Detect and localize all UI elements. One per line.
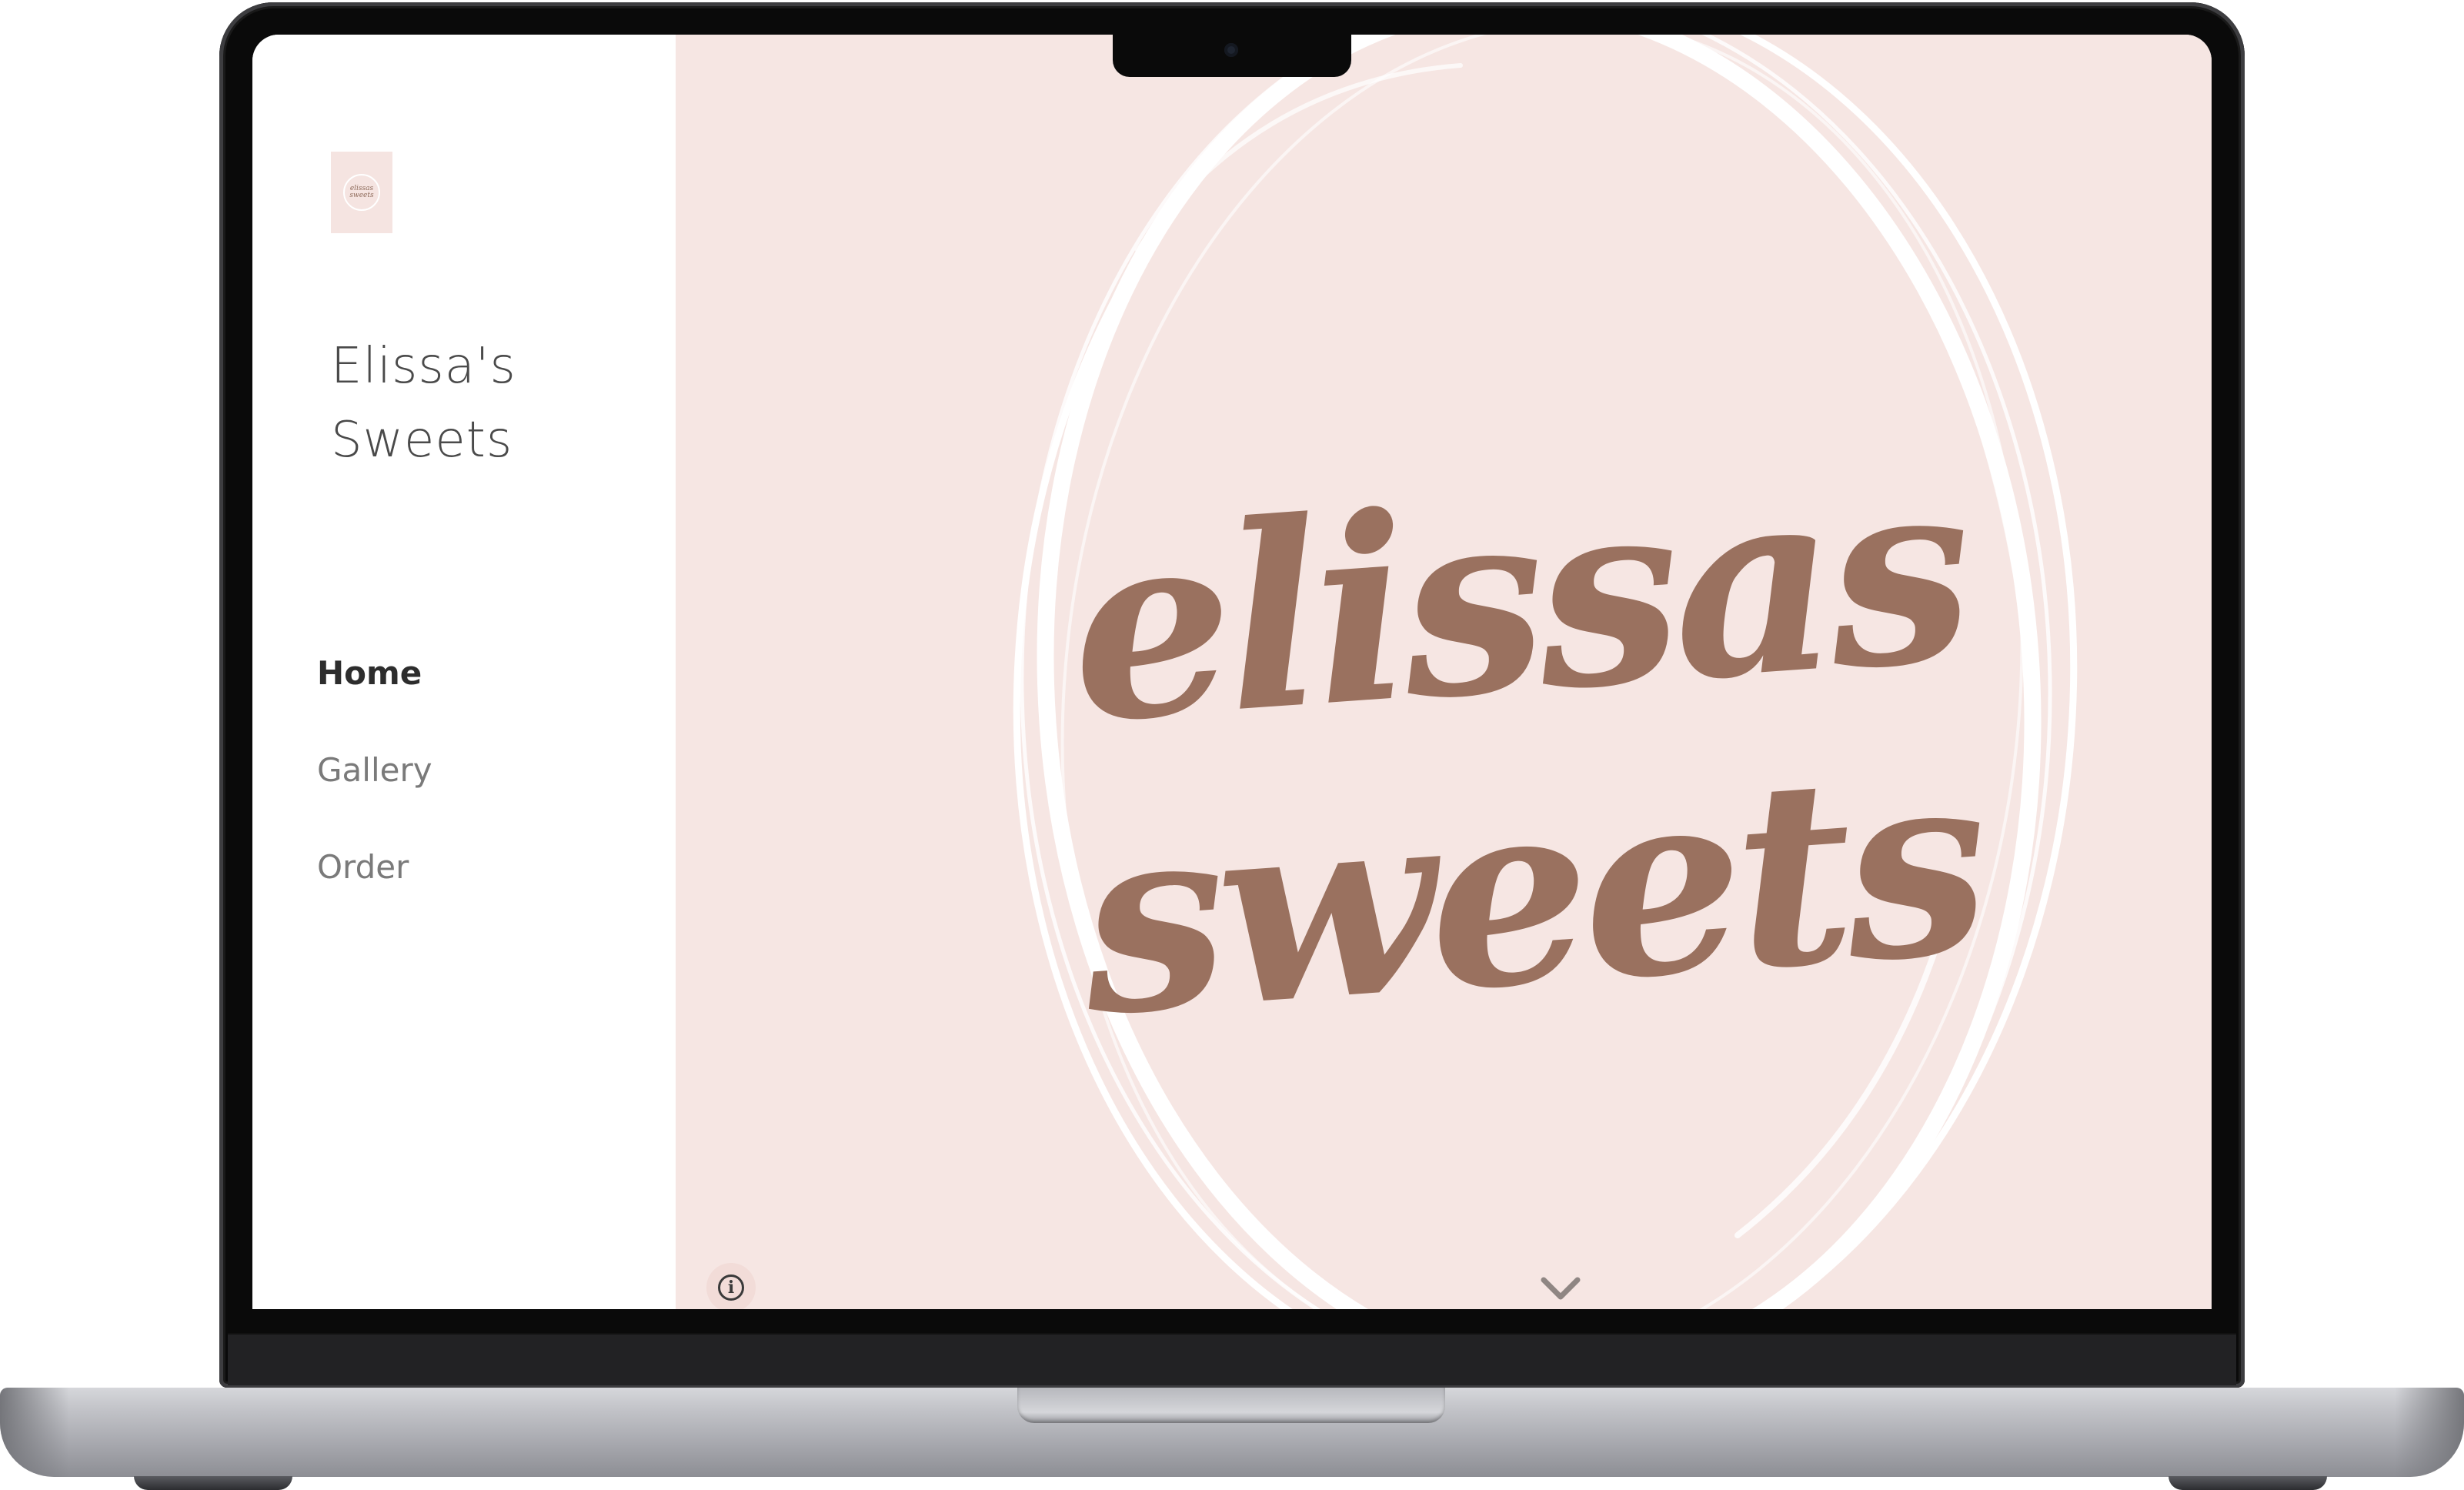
scroll-down-button[interactable]: [1530, 1263, 1591, 1309]
chevron-down-icon: [1541, 1277, 1581, 1300]
site-title-line2: Sweets: [331, 412, 513, 469]
hero-logo-script: elissas sweets: [1061, 419, 1994, 1073]
hero-logo-word-2: sweets: [1069, 712, 1994, 1073]
laptop-foot-right: [2169, 1476, 2327, 1490]
main-nav: Home Gallery Order: [317, 643, 625, 934]
camera-icon: [1224, 43, 1238, 57]
site-title[interactable]: Elissa's Sweets: [331, 329, 608, 477]
laptop-base-edge-right: [2395, 1388, 2464, 1477]
nav-item-gallery[interactable]: Gallery: [317, 740, 625, 837]
hero-section: elissas sweets i: [676, 35, 2212, 1309]
nav-item-home[interactable]: Home: [317, 643, 625, 740]
logo-text-line2: sweets: [349, 192, 374, 199]
nav-item-order[interactable]: Order: [317, 837, 625, 934]
info-icon: i: [718, 1275, 744, 1301]
site-title-line1: Elissa's: [331, 338, 516, 395]
laptop-open-notch: [1017, 1388, 1445, 1423]
laptop-base-edge-left: [0, 1388, 69, 1477]
laptop-bottom-bezel: [228, 1333, 2236, 1385]
laptop-foot-left: [134, 1476, 292, 1490]
logo-mark: elissas sweets: [343, 174, 380, 211]
site-logo-thumbnail[interactable]: elissas sweets: [331, 152, 392, 233]
info-button[interactable]: i: [706, 1263, 756, 1309]
laptop-mockup: elissas sweets Elissa's Sweets Home Gall…: [0, 0, 2464, 1490]
browser-viewport: elissas sweets Elissa's Sweets Home Gall…: [252, 35, 2212, 1309]
camera-notch: [1113, 34, 1351, 77]
sidebar: elissas sweets Elissa's Sweets Home Gall…: [252, 35, 676, 1309]
hero-logo-graphic: elissas sweets: [1013, 35, 2078, 1309]
